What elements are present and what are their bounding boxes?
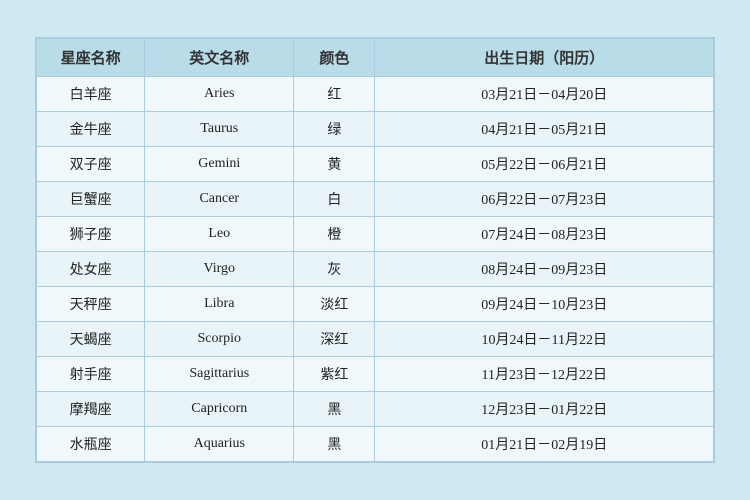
table-row: 金牛座Taurus绿04月21日－05月21日 bbox=[37, 112, 714, 147]
cell-date: 08月24日－09月23日 bbox=[375, 252, 714, 287]
table-row: 白羊座Aries红03月21日－04月20日 bbox=[37, 77, 714, 112]
zodiac-table: 星座名称 英文名称 颜色 出生日期（阳历） 白羊座Aries红03月21日－04… bbox=[36, 38, 714, 462]
cell-chinese: 双子座 bbox=[37, 147, 145, 182]
table-body: 白羊座Aries红03月21日－04月20日金牛座Taurus绿04月21日－0… bbox=[37, 77, 714, 462]
cell-date: 03月21日－04月20日 bbox=[375, 77, 714, 112]
cell-color: 黄 bbox=[294, 147, 375, 182]
cell-date: 05月22日－06月21日 bbox=[375, 147, 714, 182]
cell-chinese: 白羊座 bbox=[37, 77, 145, 112]
cell-english: Aquarius bbox=[145, 427, 294, 462]
cell-color: 灰 bbox=[294, 252, 375, 287]
table-row: 处女座Virgo灰08月24日－09月23日 bbox=[37, 252, 714, 287]
cell-english: Virgo bbox=[145, 252, 294, 287]
cell-english: Capricorn bbox=[145, 392, 294, 427]
cell-color: 白 bbox=[294, 182, 375, 217]
cell-chinese: 天蝎座 bbox=[37, 322, 145, 357]
cell-date: 12月23日－01月22日 bbox=[375, 392, 714, 427]
cell-color: 紫红 bbox=[294, 357, 375, 392]
cell-date: 11月23日－12月22日 bbox=[375, 357, 714, 392]
cell-english: Scorpio bbox=[145, 322, 294, 357]
table-row: 天秤座Libra淡红09月24日－10月23日 bbox=[37, 287, 714, 322]
cell-english: Leo bbox=[145, 217, 294, 252]
cell-chinese: 天秤座 bbox=[37, 287, 145, 322]
header-date: 出生日期（阳历） bbox=[375, 39, 714, 77]
table-row: 天蝎座Scorpio深红10月24日－11月22日 bbox=[37, 322, 714, 357]
cell-english: Cancer bbox=[145, 182, 294, 217]
cell-color: 黑 bbox=[294, 427, 375, 462]
cell-color: 淡红 bbox=[294, 287, 375, 322]
cell-date: 04月21日－05月21日 bbox=[375, 112, 714, 147]
header-chinese: 星座名称 bbox=[37, 39, 145, 77]
cell-color: 黑 bbox=[294, 392, 375, 427]
cell-color: 深红 bbox=[294, 322, 375, 357]
cell-chinese: 射手座 bbox=[37, 357, 145, 392]
cell-english: Taurus bbox=[145, 112, 294, 147]
cell-color: 橙 bbox=[294, 217, 375, 252]
table-row: 摩羯座Capricorn黑12月23日－01月22日 bbox=[37, 392, 714, 427]
cell-color: 红 bbox=[294, 77, 375, 112]
header-color: 颜色 bbox=[294, 39, 375, 77]
table-row: 巨蟹座Cancer白06月22日－07月23日 bbox=[37, 182, 714, 217]
cell-english: Aries bbox=[145, 77, 294, 112]
table-row: 射手座Sagittarius紫红11月23日－12月22日 bbox=[37, 357, 714, 392]
cell-date: 07月24日－08月23日 bbox=[375, 217, 714, 252]
cell-date: 06月22日－07月23日 bbox=[375, 182, 714, 217]
table-row: 双子座Gemini黄05月22日－06月21日 bbox=[37, 147, 714, 182]
zodiac-table-container: 星座名称 英文名称 颜色 出生日期（阳历） 白羊座Aries红03月21日－04… bbox=[35, 37, 715, 463]
cell-chinese: 水瓶座 bbox=[37, 427, 145, 462]
cell-chinese: 摩羯座 bbox=[37, 392, 145, 427]
cell-chinese: 处女座 bbox=[37, 252, 145, 287]
cell-date: 01月21日－02月19日 bbox=[375, 427, 714, 462]
table-row: 狮子座Leo橙07月24日－08月23日 bbox=[37, 217, 714, 252]
cell-english: Sagittarius bbox=[145, 357, 294, 392]
cell-chinese: 狮子座 bbox=[37, 217, 145, 252]
cell-color: 绿 bbox=[294, 112, 375, 147]
table-header-row: 星座名称 英文名称 颜色 出生日期（阳历） bbox=[37, 39, 714, 77]
cell-date: 10月24日－11月22日 bbox=[375, 322, 714, 357]
header-english: 英文名称 bbox=[145, 39, 294, 77]
cell-date: 09月24日－10月23日 bbox=[375, 287, 714, 322]
cell-english: Gemini bbox=[145, 147, 294, 182]
table-row: 水瓶座Aquarius黑01月21日－02月19日 bbox=[37, 427, 714, 462]
cell-chinese: 巨蟹座 bbox=[37, 182, 145, 217]
cell-english: Libra bbox=[145, 287, 294, 322]
cell-chinese: 金牛座 bbox=[37, 112, 145, 147]
